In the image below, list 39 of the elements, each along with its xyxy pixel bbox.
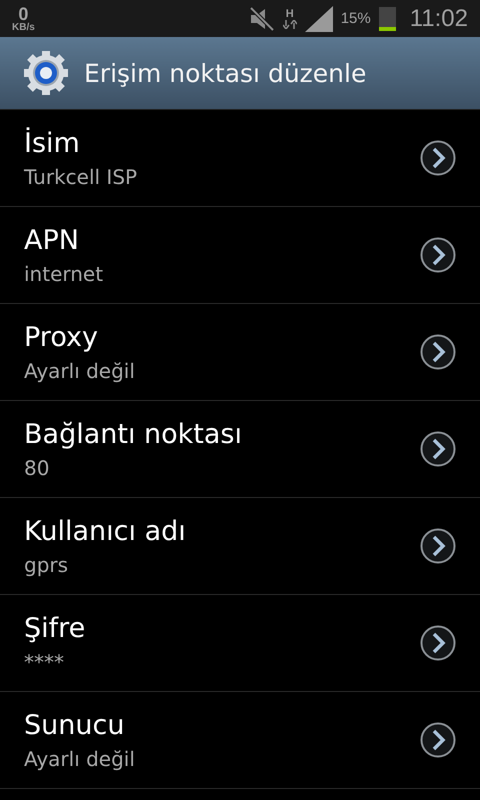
setting-item[interactable]: İsim Turkcell ISP bbox=[0, 110, 480, 207]
chevron-right-icon bbox=[420, 528, 456, 564]
setting-label: İsim bbox=[24, 128, 81, 158]
battery-percent: 15% bbox=[340, 10, 371, 27]
mute-icon bbox=[248, 6, 275, 32]
network-type: H bbox=[286, 8, 294, 20]
setting-label: Proxy bbox=[24, 322, 99, 352]
data-transfer-icon bbox=[282, 20, 297, 28]
setting-value: Ayarlı değil bbox=[24, 746, 136, 770]
data-speed: 0 bbox=[18, 4, 28, 22]
setting-item[interactable]: Kullanıcı adı gprs bbox=[0, 498, 480, 595]
setting-value: Ayarlı değil bbox=[24, 358, 136, 382]
setting-item[interactable]: Bağlantı noktası 80 bbox=[0, 401, 480, 498]
setting-item[interactable]: Proxy Ayarlı değil bbox=[0, 304, 480, 401]
setting-value: gprs bbox=[24, 552, 70, 576]
setting-value: Turkcell ISP bbox=[24, 164, 138, 188]
battery-icon bbox=[378, 6, 396, 30]
setting-item[interactable]: Şifre **** bbox=[0, 595, 480, 692]
chevron-right-icon bbox=[420, 431, 456, 467]
setting-value: **** bbox=[24, 650, 65, 674]
chevron-right-icon bbox=[420, 722, 456, 758]
settings-icon bbox=[22, 49, 70, 97]
speed-unit: KB/s bbox=[12, 22, 35, 32]
setting-value: internet bbox=[24, 262, 104, 286]
chevron-right-icon bbox=[420, 237, 456, 273]
chevron-right-icon bbox=[420, 334, 456, 370]
setting-item[interactable]: Sunucu Ayarlı değil bbox=[0, 692, 480, 789]
signal-icon bbox=[304, 6, 333, 32]
setting-label: Şifre bbox=[24, 612, 86, 644]
setting-value: 80 bbox=[24, 456, 50, 480]
clock: 11:02 bbox=[410, 4, 468, 32]
setting-item[interactable]: APN internet bbox=[0, 207, 480, 304]
setting-label: Bağlantı noktası bbox=[24, 418, 244, 450]
setting-label: Sunucu bbox=[24, 710, 126, 740]
setting-label: Kullanıcı adı bbox=[24, 516, 187, 546]
screen-title: Erişim noktası düzenle bbox=[84, 58, 366, 88]
chevron-right-icon bbox=[420, 140, 456, 176]
setting-label: APN bbox=[24, 224, 80, 256]
chevron-right-icon bbox=[420, 625, 456, 661]
